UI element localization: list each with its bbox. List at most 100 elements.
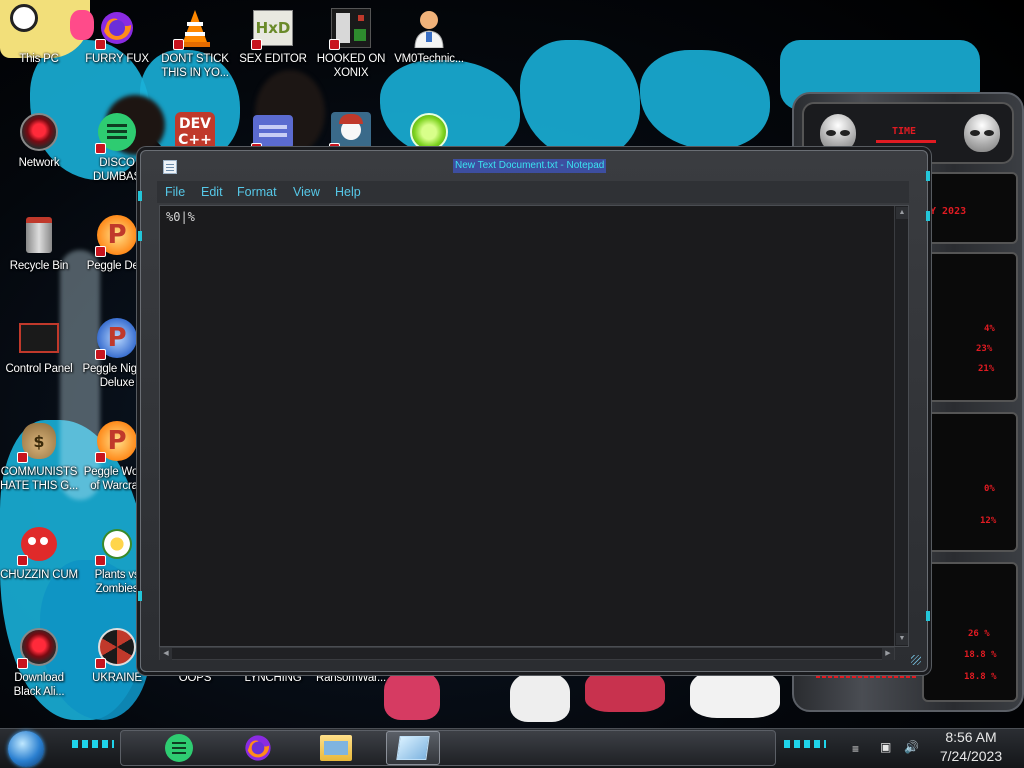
menu-edit[interactable]: Edit [201,183,223,201]
desktop-icon-form-app[interactable] [234,112,312,154]
icon-label: SEX EDITOR [239,53,307,65]
horizontal-scrollbar[interactable]: ◀ ▶ [159,647,895,660]
widget-stat: 18.8 % [964,650,997,660]
shortcut-badge-icon [95,452,106,463]
vertical-scrollbar[interactable]: ▲ ▼ [894,206,908,646]
peggle-icon: P [95,421,137,463]
taskbar-notes-app[interactable] [158,731,200,765]
alien-network-icon [19,112,59,152]
notepad-icon [163,160,177,174]
desktop-icon-limewire[interactable] [390,112,468,152]
widget-date-text: Y 2023 [930,206,967,217]
firefox-icon [95,8,137,50]
lime-icon [409,112,449,152]
alien-head-icon [820,114,856,152]
clock-date[interactable]: 7/24/2023 [934,748,1008,764]
wallpaper-teal-stroke [640,50,770,150]
icon-label: HOOKED ON XONIX [316,53,386,79]
notepad-titlebar[interactable]: New Text Document.txt - Notepad [141,151,927,179]
network-tray-icon[interactable]: ▣ [880,740,891,754]
control-panel-icon [19,318,59,358]
wallpaper-shoe [384,670,440,720]
shortcut-badge-icon [329,39,340,50]
icon-label: VM0Technic... [394,53,464,65]
widget-red-bar [876,140,936,143]
widget-panel-mem [922,412,1018,552]
window-led [138,231,142,241]
hxd-editor-icon: HxD [251,8,293,50]
notepad-title: New Text Document.txt - Notepad [453,159,607,173]
dev-cpp-icon: DEV C++ [175,112,215,152]
icon-label: Download Black Ali... [13,672,65,698]
money-bag-icon: $ [17,421,59,463]
window-led [926,611,930,621]
desktop-icon-communists[interactable]: $ COMMUNISTS HATE THIS G... [0,421,78,493]
menu-help[interactable]: Help [335,183,361,201]
menu-format[interactable]: Format [237,183,277,201]
taskbar-led-strip [784,740,826,748]
menu-view[interactable]: View [293,183,320,201]
taskbar-file-explorer[interactable] [315,731,357,765]
clock-time[interactable]: 8:56 AM [934,729,1008,745]
desktop-icon-dev-cpp[interactable]: DEV C++ [156,112,234,152]
desktop-icon-furry-fux[interactable]: FURRY FUX [78,8,156,66]
icon-label: UKRAINE [92,672,142,684]
widget-red-ticker [816,674,916,678]
widget-stat: 26 % [968,629,990,639]
shortcut-badge-icon [17,452,28,463]
icon-label: CHUZZIN CUM [0,569,78,581]
desktop-icon-dont-stick[interactable]: DONT STICK THIS IN YO... [156,8,234,80]
desktop-icon-this-pc[interactable]: This PC [0,8,78,66]
desktop-icon-sex-editor[interactable]: HxD SEX EDITOR [234,8,312,66]
desktop-icon-chuzzin[interactable]: CHUZZIN CUM [0,524,78,582]
notepad-window[interactable]: New Text Document.txt - Notepad File Edi… [138,150,930,672]
shortcut-badge-icon [95,349,106,360]
taskbar-led-strip [72,740,114,748]
shortcut-badge-icon [95,555,106,566]
notepad-text-area[interactable]: %0|% ▲ ▼ [159,205,909,647]
taskbar-plate [120,730,776,766]
menu-file[interactable]: File [165,183,185,201]
scroll-down-icon[interactable]: ▼ [896,633,908,645]
recycle-bin-icon [19,215,59,255]
start-button[interactable] [8,731,44,767]
widget-stat: 18.8 % [964,672,997,682]
taskbar-notepad[interactable] [386,731,440,765]
desktop-icon-network[interactable]: Network [0,112,78,170]
peggle-icon: P [95,318,137,360]
window-led [138,191,142,201]
desktop-icon-hooked-on-xonix[interactable]: HOOKED ON XONIX [312,8,390,80]
this-pc-icon [19,8,59,48]
scroll-right-icon[interactable]: ▶ [882,648,894,660]
alien-network-icon [17,627,59,669]
desktop-icon-vm0technic[interactable]: VM0Technic... [390,8,468,66]
desktop-icon-control-panel[interactable]: Control Panel [0,318,78,376]
icon-label: This PC [19,53,59,65]
widget-stat: 21% [978,364,995,374]
desktop-icon-download-black-alien[interactable]: Download Black Ali... [0,627,78,699]
file-explorer-icon [320,735,352,761]
radiation-icon [95,627,137,669]
shortcut-badge-icon [251,39,262,50]
taskbar-firefox[interactable] [237,731,279,765]
volume-icon[interactable]: 🔊 [904,740,919,754]
icon-label: OOPS [178,672,212,684]
scroll-left-icon[interactable]: ◀ [160,648,172,660]
desktop-icon-recycle-bin[interactable]: Recycle Bin [0,215,78,273]
desktop-icon-santa-game[interactable] [312,112,390,154]
icon-label: FURRY FUX [85,53,149,65]
shortcut-badge-icon [95,143,106,154]
resize-grip-icon[interactable] [911,655,921,665]
wallpaper-teal-stroke [520,40,640,160]
scroll-up-icon[interactable]: ▲ [896,207,908,219]
widget-time-label: TIME [892,126,917,137]
show-hidden-icons-icon[interactable]: ≡ [852,742,859,756]
icon-label: Network [18,157,60,169]
firefox-icon [245,735,271,761]
icon-label: Control Panel [5,363,73,375]
shortcut-badge-icon [95,658,106,669]
shortcut-badge-icon [173,39,184,50]
icon-label: RansomWar... [315,672,387,684]
notepad-content[interactable]: %0|% [166,210,195,224]
vlc-cone-icon [173,8,215,50]
